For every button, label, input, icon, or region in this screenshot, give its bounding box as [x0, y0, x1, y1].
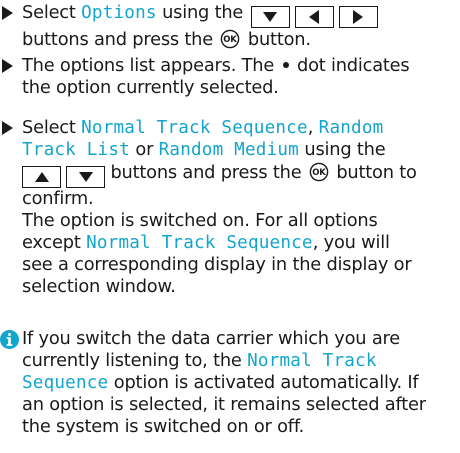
right-arrow-icon [338, 6, 378, 28]
step-select-options: Select Options using the buttons and pre… [0, 2, 460, 51]
normal-track-sequence-label-cont: Sequence [22, 373, 109, 393]
result-line4: selection window. [22, 276, 176, 297]
random-track-list-label-cont: Track List [22, 140, 130, 160]
note-line2: currently listening to, the Normal Track [22, 350, 377, 371]
normal-track-sequence-label: Normal Track Sequence [81, 118, 308, 138]
nav-buttons-group [250, 6, 378, 28]
step1-line1: Select Options using the [0, 2, 460, 28]
selected-dot-icon [282, 62, 289, 68]
result-line2: except Normal Track Sequence, you will [22, 232, 390, 253]
down-arrow-icon [250, 6, 290, 28]
ok-button-icon: OK [308, 161, 330, 183]
result-line1: The option is switched on. For all optio… [22, 210, 378, 231]
normal-track-sequence-label: Normal Track Sequence [86, 233, 313, 253]
step-options-list: The options list appears. The dot indica… [0, 55, 460, 99]
svg-text:OK: OK [224, 35, 238, 45]
options-label: Options [81, 3, 157, 23]
random-track-list-label: Random [318, 118, 384, 138]
bullet-arrow-icon [2, 6, 13, 20]
result-line3: see a corresponding display in the displ… [22, 254, 412, 275]
svg-text:OK: OK [312, 168, 326, 178]
up-down-buttons-group [22, 166, 105, 188]
step3-line4: confirm. [22, 188, 94, 209]
step2-line1: The options list appears. The dot indica… [22, 55, 410, 76]
normal-track-sequence-label: Normal Track [247, 351, 377, 371]
manual-page: Select Options using the buttons and pre… [0, 0, 460, 453]
random-medium-label: Random Medium [158, 140, 299, 160]
down-arrow-icon [66, 166, 105, 188]
note-line5: the system is switched on or off. [22, 416, 305, 437]
step2-line2: the option currently selected. [22, 77, 279, 98]
info-note: If you switch the data carrier which you… [0, 328, 460, 438]
bullet-arrow-icon [2, 59, 13, 73]
step1-line2: buttons and press the OK button. [22, 28, 311, 50]
left-arrow-icon [294, 6, 334, 28]
step3-line3: buttons and press the OK button to [0, 161, 460, 188]
step-select-track-option: Select Normal Track Sequence, Random Tra… [0, 117, 460, 298]
step3-line1: Select Normal Track Sequence, Random [22, 117, 384, 138]
bullet-arrow-icon [2, 121, 13, 135]
note-line3: Sequence option is activated automatical… [22, 372, 419, 393]
up-arrow-icon [22, 166, 61, 188]
ok-button-icon: OK [219, 28, 241, 50]
step3-line2: Track List or Random Medium using the [22, 139, 386, 160]
note-line4: an option is selected, it remains select… [22, 394, 426, 415]
note-line1: If you switch the data carrier which you… [22, 328, 400, 349]
info-icon [0, 330, 19, 349]
